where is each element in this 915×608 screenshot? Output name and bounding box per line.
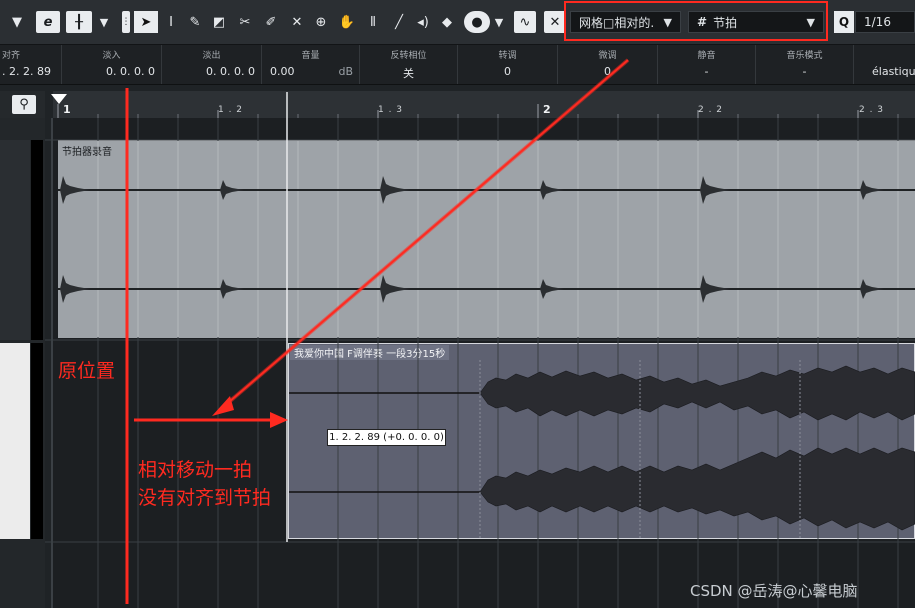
arrangement-graphics <box>45 1 915 608</box>
watermark: CSDN @岳涛@心馨电脑 <box>690 582 858 600</box>
annotation-not-aligned: 没有对齐到节拍 <box>138 487 272 509</box>
annotation-moved-one-beat: 相对移动一拍 <box>138 459 253 481</box>
annotation-original-position: 原位置 <box>58 360 116 382</box>
position-tooltip: 1. 2. 2. 89 (+0. 0. 0. 0) <box>327 429 446 446</box>
